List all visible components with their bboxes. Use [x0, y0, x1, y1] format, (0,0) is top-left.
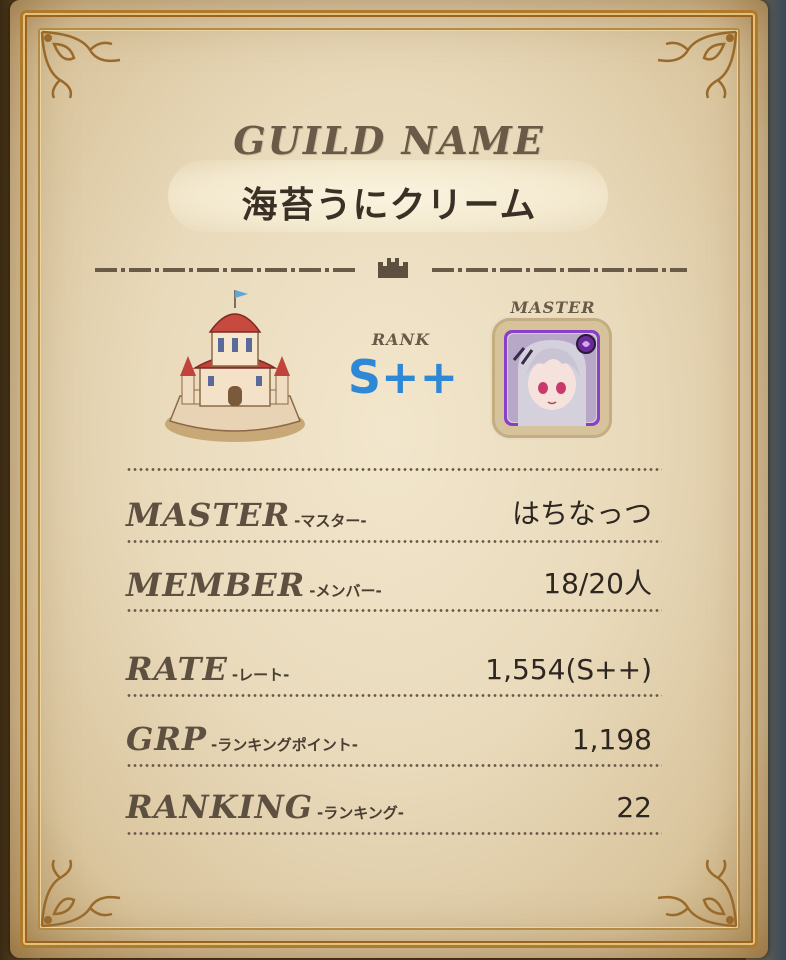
- ranking-value: 22: [616, 791, 652, 824]
- info-row-master: MASTER -マスター- はちなっつ: [126, 492, 656, 542]
- row-label: GRP -ランキングポイント-: [126, 720, 358, 758]
- divider-left: [95, 268, 355, 272]
- row-label: MASTER -マスター-: [126, 496, 367, 534]
- row-label: RATE -レート-: [126, 650, 290, 688]
- guild-name-label: GUILD NAME: [233, 118, 545, 163]
- corner-ornament-icon: [40, 30, 121, 99]
- rate-value: 1,554(S++): [485, 653, 652, 686]
- grp-value: 1,198: [571, 723, 652, 756]
- castle-icon: [378, 258, 408, 278]
- row-label: MEMBER -メンバー-: [126, 566, 382, 604]
- guild-name: 海苔うにクリーム: [241, 185, 537, 226]
- member-count-value: 18/20人: [543, 567, 652, 600]
- divider-dotted: [126, 832, 662, 835]
- corner-ornament-icon: [657, 30, 738, 99]
- corner-ornament-icon: [657, 859, 738, 928]
- info-row-rate: RATE -レート- 1,554(S++): [126, 646, 656, 696]
- master-name-value: はちなっつ: [511, 497, 652, 530]
- corner-ornament-icon: [40, 859, 121, 928]
- rank-label: RANK: [371, 330, 431, 349]
- master-avatar[interactable]: [504, 330, 600, 426]
- master-avatar-label: MASTER: [510, 298, 596, 317]
- row-label: RANKING -ランキング-: [126, 788, 405, 826]
- info-row-grp: GRP -ランキングポイント- 1,198: [126, 716, 656, 766]
- divider-dotted: [126, 468, 662, 471]
- divider-dotted: [126, 609, 662, 612]
- rank-value: S++: [347, 350, 459, 404]
- guild-castle-icon: [165, 290, 305, 442]
- divider-dotted: [126, 764, 662, 767]
- info-row-ranking: RANKING -ランキング- 22: [126, 784, 656, 834]
- divider-right: [432, 268, 687, 272]
- divider-dotted: [126, 540, 662, 543]
- guild-info-card: GUILD NAME 海苔うにクリーム RANK S++ MASTER MAST…: [10, 0, 768, 958]
- divider-dotted: [126, 694, 662, 697]
- info-row-member: MEMBER -メンバー- 18/20人: [126, 562, 656, 612]
